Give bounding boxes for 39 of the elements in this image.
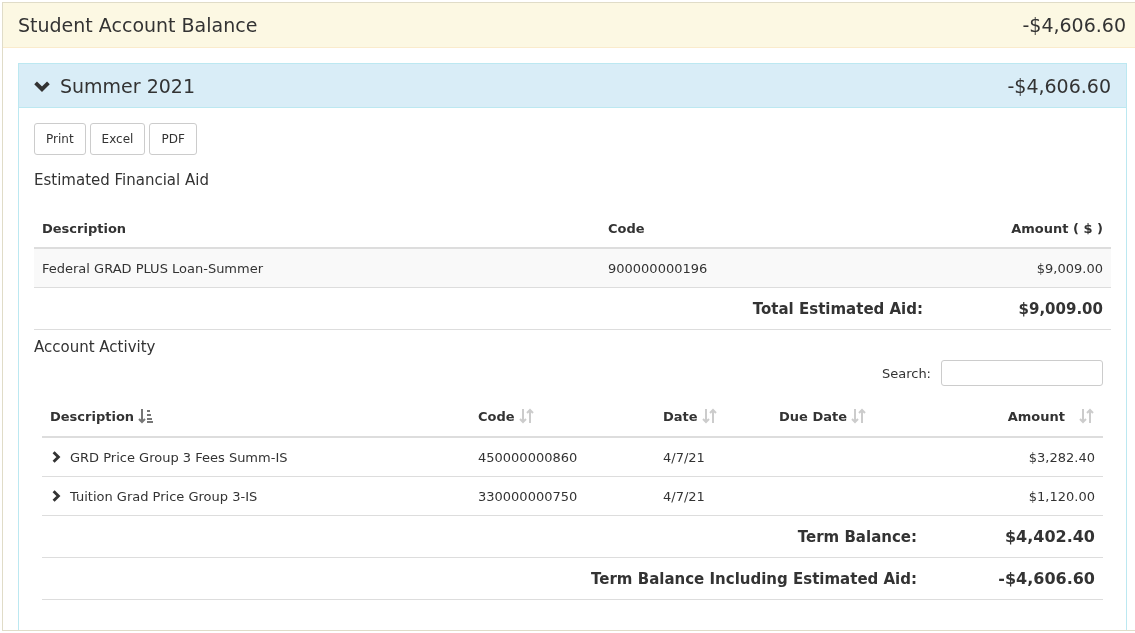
- balance-amount: -$4,606.60: [1022, 14, 1126, 36]
- column-header[interactable]: Date: [655, 408, 771, 424]
- column-header: Amount ( $ ): [1010, 220, 1104, 236]
- section-heading: Account Activity: [34, 338, 157, 356]
- export-button[interactable]: Print: [34, 123, 86, 155]
- total-label: Term Balance Including Estimated Aid:: [590, 569, 918, 588]
- search-label: Search:: [881, 365, 931, 381]
- chevron-right-icon[interactable]: [50, 451, 62, 463]
- table-cell-text: 4/7/21: [662, 488, 706, 504]
- table-cell-text: 330000000750: [477, 488, 579, 504]
- table-cell-text: $1,120.00: [1027, 488, 1096, 504]
- column-header[interactable]: Description: [42, 408, 470, 424]
- table-cell-text: $3,282.40: [1027, 449, 1096, 465]
- column-header: Description: [41, 220, 128, 236]
- total-amount: -$4,606.60: [997, 569, 1096, 588]
- total-amount: $9,009.00: [1017, 299, 1104, 318]
- table-cell-text: Federal GRAD PLUS Loan-Summer: [41, 260, 265, 276]
- column-header[interactable]: Amount: [933, 408, 1103, 424]
- table-cell-text: $9,009.00: [1035, 260, 1104, 276]
- total-label: Total Estimated Aid:: [751, 299, 924, 318]
- column-header: Code: [607, 220, 646, 236]
- chevron-right-icon[interactable]: [50, 490, 62, 502]
- term-amount: -$4,606.60: [1007, 74, 1111, 97]
- total-label: Term Balance:: [796, 527, 918, 546]
- column-header[interactable]: Code: [470, 408, 655, 424]
- export-button[interactable]: Excel: [89, 123, 146, 155]
- sort-icon[interactable]: [138, 408, 155, 424]
- table-cell[interactable]: Tuition Grad Price Group 3-IS: [42, 488, 470, 504]
- panel-title: Student Account Balance: [18, 14, 258, 36]
- column-header[interactable]: Due Date: [771, 408, 933, 424]
- table-cell-text: 4/7/21: [662, 449, 706, 465]
- section-heading: Estimated Financial Aid: [34, 171, 210, 189]
- total-amount: $4,402.40: [1003, 527, 1096, 546]
- term-title[interactable]: Summer 2021: [60, 74, 195, 97]
- table-cell-text: 900000000196: [607, 260, 709, 276]
- search-field[interactable]: [941, 360, 1103, 386]
- export-button[interactable]: PDF: [149, 123, 197, 155]
- table-cell-text: 450000000860: [477, 449, 579, 465]
- table-cell[interactable]: GRD Price Group 3 Fees Summ-IS: [42, 449, 470, 465]
